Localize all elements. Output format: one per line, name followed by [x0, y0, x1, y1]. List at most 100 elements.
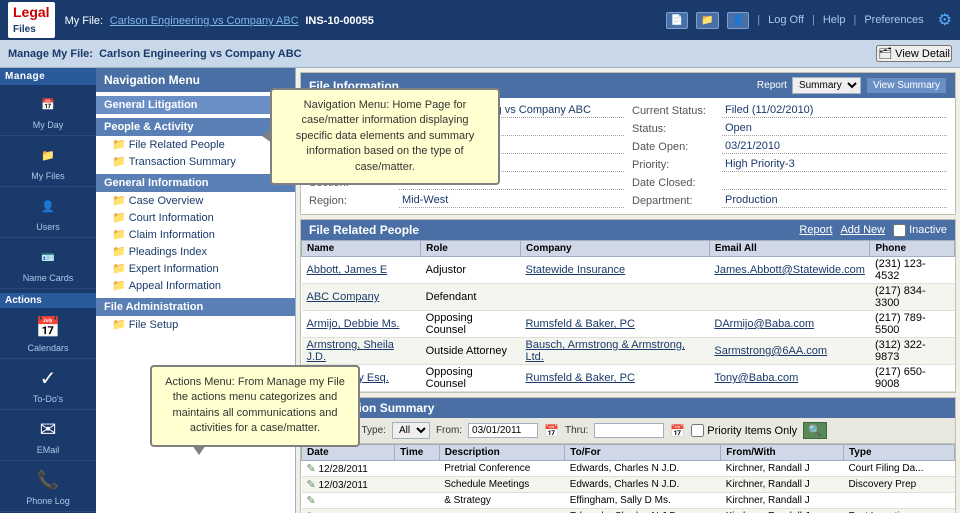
nav-item-expert-information[interactable]: 📁 Expert Information [96, 260, 295, 277]
trans-from-with: Kirchner, Randall J [721, 509, 844, 513]
users-icon: 👤 [34, 192, 62, 220]
field-department: Department: Production [628, 192, 951, 210]
type-select[interactable]: All [392, 422, 430, 439]
person-name-link[interactable]: Armstrong, Sheila J.D. [307, 339, 394, 363]
trans-to-for: Edwards, Charles N J.D. [565, 509, 721, 513]
sidebar-item-calendars[interactable]: 📅 Calendars [0, 308, 96, 359]
trans-from-with: Kirchner, Randall J [721, 477, 844, 493]
nav-item-court-information[interactable]: 📁 Court Information [96, 209, 295, 226]
col-name: Name [302, 241, 421, 257]
preferences-link[interactable]: Preferences [864, 14, 923, 26]
log-off-link[interactable]: Log Off [768, 14, 804, 26]
nav-menu-header: Navigation Menu [96, 68, 295, 92]
email-icon: ✉ [34, 415, 62, 443]
nav-item-file-setup[interactable]: 📁 File Setup [96, 316, 295, 333]
subheader-text: Manage My File: Carlson Engineering vs C… [8, 48, 876, 60]
person-role: Outside Attorney [421, 338, 521, 365]
table-row: ✎ & Strategy Effingham, Sally D Ms. Kirc… [302, 493, 955, 509]
company-link[interactable]: Statewide Insurance [525, 264, 625, 276]
sidebar-item-users[interactable]: 👤 Users [0, 187, 96, 238]
nav-item-appeal-information[interactable]: 📁 Appeal Information [96, 277, 295, 294]
person-icon-btn[interactable]: 👤 [727, 12, 749, 29]
table-row: ABC Company Defendant (217) 834-3300 [302, 284, 955, 311]
priority-checkbox[interactable]: Priority Items Only [691, 424, 797, 437]
email-link[interactable]: Tony@Baba.com [714, 372, 798, 384]
my-files-label: My Files [31, 171, 65, 181]
folder-icon-6: 📁 [112, 245, 126, 258]
nav-section-general-litigation[interactable]: General Litigation [96, 96, 295, 114]
row-icon[interactable]: ✎ [307, 479, 316, 491]
related-people-controls: Report Add New Inactive [799, 224, 947, 237]
company-link[interactable]: Bausch, Armstrong & Armstrong, Ltd. [525, 339, 685, 363]
calendars-label: Calendars [27, 343, 68, 353]
email-link[interactable]: DArmijo@Baba.com [714, 318, 814, 330]
sidebar-item-my-day[interactable]: 📅 My Day [0, 85, 96, 136]
add-new-link[interactable]: Add New [840, 224, 885, 236]
report-link[interactable]: Report [799, 224, 832, 236]
row-icon[interactable]: ✎ [307, 463, 316, 475]
header-title: My File: Carlson Engineering vs Company … [65, 13, 666, 27]
from-calendar-icon[interactable]: 📅 [544, 424, 559, 438]
trans-col-to-for[interactable]: To/For [565, 445, 721, 461]
col-phone: Phone [870, 241, 955, 257]
trans-date: ✎ [302, 493, 395, 509]
inactive-checkbox[interactable]: Inactive [893, 224, 947, 237]
sidebar-item-name-cards[interactable]: 🪪 Name Cards [0, 238, 96, 289]
trans-time [395, 461, 440, 477]
phone-log-label: Phone Log [26, 496, 70, 506]
table-row: Abbott, James E Adjustor Statewide Insur… [302, 257, 955, 284]
view-summary-btn[interactable]: View Summary [866, 77, 947, 94]
person-role: Defendant [421, 284, 521, 311]
trans-col-type[interactable]: Type [843, 445, 954, 461]
sidebar-item-my-files[interactable]: 📁 My Files [0, 136, 96, 187]
callout-actions-arrow [192, 445, 206, 455]
company-link[interactable]: Rumsfeld & Baker, PC [525, 318, 634, 330]
trans-type [843, 493, 954, 509]
doc-icon-btn[interactable]: 📄 [666, 12, 688, 29]
phone-icon: 📞 [34, 466, 62, 494]
callout-nav: Navigation Menu: Home Page for case/matt… [270, 88, 500, 185]
search-btn[interactable]: 🔍 [803, 422, 827, 439]
nav-item-pleadings-index[interactable]: 📁 Pleadings Index [96, 243, 295, 260]
company-link[interactable]: Rumsfeld & Baker, PC [525, 372, 634, 384]
person-name-link[interactable]: Abbott, James E [307, 264, 388, 276]
row-icon[interactable]: ✎ [307, 495, 316, 507]
name-cards-icon: 🪪 [34, 243, 62, 271]
from-label: From: [436, 425, 462, 436]
folder-icon-btn[interactable]: 📁 [696, 12, 718, 29]
nav-item-transaction-summary[interactable]: 📁 Transaction Summary [96, 153, 295, 170]
col-role: Role [421, 241, 521, 257]
name-cards-label: Name Cards [23, 273, 74, 283]
thru-calendar-icon[interactable]: 📅 [670, 424, 685, 438]
summary-select[interactable]: Summary [792, 77, 861, 94]
field-region: Region: Mid-West [305, 192, 628, 210]
email-link[interactable]: James.Abbott@Statewide.com [714, 264, 865, 276]
email-link[interactable]: Sarmstrong@6AA.com [714, 345, 827, 357]
header-right: 📄 📁 👤 | Log Off | Help | Preferences ⚙ [666, 10, 952, 30]
trans-col-time[interactable]: Time [395, 445, 440, 461]
sidebar-item-todos[interactable]: ✓ To-Do's [0, 359, 96, 410]
sidebar-item-phone-log[interactable]: 📞 Phone Log [0, 461, 96, 512]
trans-col-description[interactable]: Description [439, 445, 565, 461]
view-detail-btn[interactable]: 🗂 View Detail [876, 45, 952, 62]
nav-item-case-overview[interactable]: 📁 Case Overview [96, 192, 295, 209]
nav-section-general-info[interactable]: General Information [96, 174, 295, 192]
case-link[interactable]: Carlson Engineering vs Company ABC [110, 15, 299, 27]
trans-time [395, 509, 440, 513]
from-input[interactable] [468, 423, 538, 438]
folder-icon-3: 📁 [112, 194, 126, 207]
person-name-link[interactable]: Armijo, Debbie Ms. [307, 318, 400, 330]
trans-col-from-with[interactable]: From/With [721, 445, 844, 461]
thru-input[interactable] [594, 423, 664, 438]
table-row: Armijo, Debbie Ms. Opposing Counsel Rums… [302, 311, 955, 338]
help-link[interactable]: Help [823, 14, 846, 26]
nav-section-file-admin[interactable]: File Administration [96, 298, 295, 316]
person-name-link[interactable]: ABC Company [307, 291, 380, 303]
sidebar-item-email[interactable]: ✉ EMail [0, 410, 96, 461]
table-row: Baker, Tony Esq. Opposing Counsel Rumsfe… [302, 365, 955, 392]
app-logo: Legal Files [8, 2, 55, 39]
person-phone: (312) 322-9873 [870, 338, 955, 365]
trans-col-date[interactable]: Date [302, 445, 395, 461]
nav-item-claim-information[interactable]: 📁 Claim Information [96, 226, 295, 243]
todos-icon: ✓ [34, 364, 62, 392]
